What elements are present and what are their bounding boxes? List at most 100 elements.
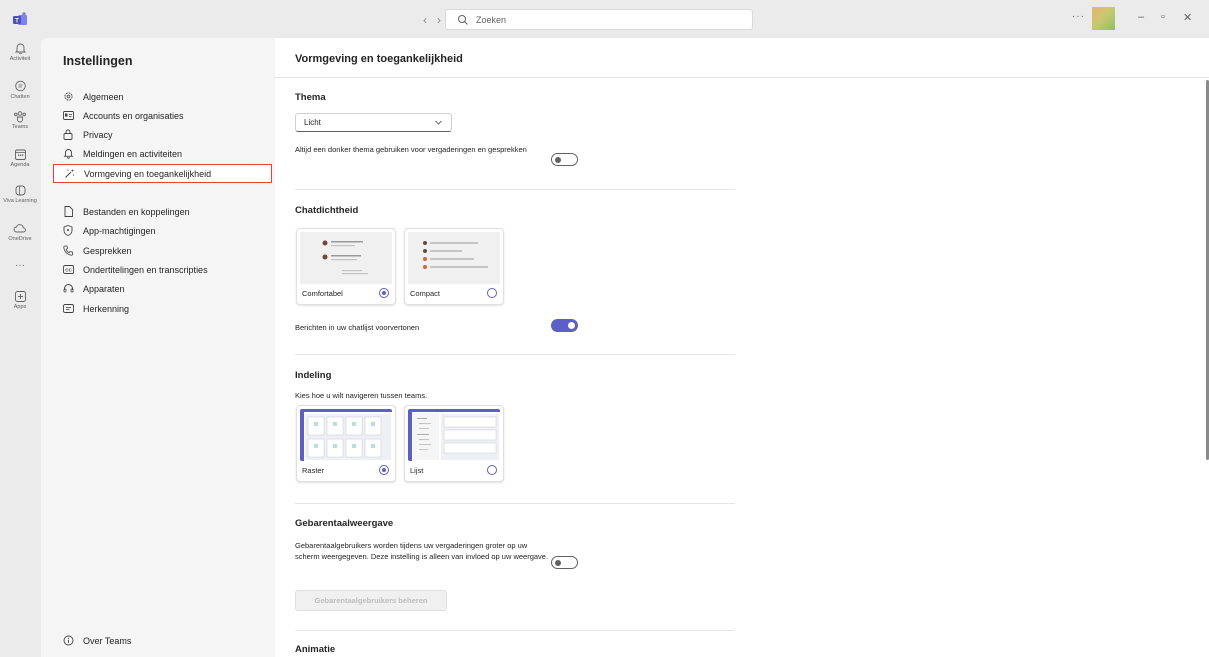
minimize-icon[interactable]: – [1138, 11, 1144, 23]
sidebar-item-over-teams[interactable]: Over Teams [53, 631, 272, 650]
sidebar-item-app-machtigingen[interactable]: App-machtigingen [53, 221, 272, 240]
apps-icon [14, 291, 26, 302]
layout-card-lijst[interactable]: Lijst [404, 405, 504, 482]
headset-icon [63, 284, 73, 293]
comfortable-preview-image [300, 232, 392, 284]
sidebar-item-vormgeving[interactable]: Vormgeving en toegankelijkheid [53, 164, 272, 183]
sign-language-toggle[interactable] [551, 556, 578, 569]
dark-theme-toggle[interactable] [551, 153, 578, 166]
avatar[interactable] [1092, 7, 1115, 30]
bell-icon [14, 43, 26, 55]
id-card-icon [62, 111, 74, 120]
layout-option-label: Raster [302, 466, 325, 475]
bell-icon [63, 149, 73, 159]
density-option-label: Compact [410, 289, 441, 298]
divider [295, 630, 735, 631]
search-icon [458, 15, 468, 25]
sidebar-item-privacy[interactable]: Privacy [53, 125, 272, 144]
divider [295, 354, 735, 355]
sidebar-item-meldingen[interactable]: Meldingen en activiteiten [53, 144, 272, 163]
rail-item-calendar[interactable]: Agenda [0, 148, 40, 168]
density-radio-comfortabel[interactable] [379, 288, 389, 298]
layout-card-raster[interactable]: Raster [296, 405, 396, 482]
density-card-compact[interactable]: Compact [404, 228, 504, 305]
shield-icon [63, 225, 73, 236]
sidebar-item-label: Accounts en organisaties [83, 110, 184, 121]
chat-icon [14, 80, 26, 92]
density-radio-compact[interactable] [487, 288, 497, 298]
list-layout-preview-image [408, 409, 500, 461]
rail-item-teams[interactable]: Teams [0, 110, 40, 130]
rail-label: Agenda [10, 162, 30, 168]
phone-icon [63, 245, 73, 256]
rail-item-apps[interactable]: Apps [0, 290, 40, 310]
info-icon [63, 635, 73, 646]
density-option-label: Comfortabel [302, 289, 343, 298]
magic-wand-icon [64, 168, 74, 178]
main-header: Vormgeving en toegankelijkheid [275, 38, 1209, 78]
layout-radio-raster[interactable] [379, 465, 389, 475]
sign-language-description: Gebarentaalgebruikers worden tijdens uw … [295, 541, 549, 561]
teams-logo-icon: T [13, 12, 27, 25]
chevron-down-icon [435, 120, 442, 125]
divider [295, 503, 735, 504]
sidebar-item-accounts[interactable]: Accounts en organisaties [53, 106, 272, 125]
rail-label: Activiteit [9, 56, 31, 62]
section-title-animatie: Animatie [295, 644, 336, 655]
sidebar-item-algemeen[interactable]: Algemeen [53, 87, 272, 106]
section-title-thema: Thema [295, 92, 326, 103]
sidebar-item-label: Apparaten [83, 283, 125, 294]
main-content: Vormgeving en toegankelijkheid Thema Lic… [275, 38, 1209, 657]
divider [295, 189, 735, 190]
rail-label: Chatten [10, 94, 30, 100]
rail-label: Viva Learning [3, 198, 37, 204]
back-arrow-icon[interactable]: ‹ [423, 13, 437, 27]
lock-icon [63, 129, 73, 140]
preview-messages-label: Berichten in uw chatlijst voorvertonen [295, 323, 420, 332]
rail-item-activity[interactable]: Activiteit [0, 42, 40, 62]
sidebar-item-label: Over Teams [83, 635, 132, 646]
rail-item-viva-learning[interactable]: Viva Learning [0, 184, 40, 204]
sidebar-item-apparaten[interactable]: Apparaten [53, 279, 272, 298]
preview-messages-toggle[interactable] [551, 319, 578, 332]
svg-text:CC: CC [65, 267, 72, 272]
close-icon[interactable]: ✕ [1183, 11, 1192, 24]
sidebar-item-label: Algemeen [83, 91, 124, 102]
restore-icon[interactable]: ▫ [1161, 11, 1165, 23]
grid-layout-preview-image [300, 409, 392, 461]
settings-sidebar: Instellingen Algemeen Accounts en organi… [41, 38, 275, 657]
sidebar-item-ondertitelingen[interactable]: CC Ondertitelingen en transcripties [53, 260, 272, 279]
sidebar-item-label: Vormgeving en toegankelijkheid [84, 168, 212, 179]
theme-select[interactable]: Licht [295, 113, 452, 132]
rail-item-chat[interactable]: Chatten [0, 80, 40, 100]
layout-radio-lijst[interactable] [487, 465, 497, 475]
recognition-icon [62, 304, 74, 313]
cloud-icon [13, 224, 26, 233]
sidebar-item-bestanden[interactable]: Bestanden en koppelingen [53, 202, 272, 221]
rail-item-onedrive[interactable]: OneDrive [0, 222, 40, 242]
sidebar-item-label: Herkenning [83, 303, 130, 314]
density-card-comfortabel[interactable]: Comfortabel [296, 228, 396, 305]
app-rail: Activiteit Chatten Teams Agenda Viva Lea… [0, 38, 40, 657]
section-title-gebarentaal: Gebarentaalweergave [295, 518, 394, 529]
sidebar-item-label: App-machtigingen [83, 225, 156, 236]
sidebar-item-gesprekken[interactable]: Gesprekken [53, 241, 272, 260]
rail-label: OneDrive [8, 236, 32, 242]
more-options-icon[interactable]: ··· [1072, 11, 1085, 22]
sidebar-item-herkenning[interactable]: Herkenning [53, 299, 272, 318]
file-icon [64, 206, 73, 217]
calendar-icon [14, 149, 26, 160]
dark-theme-label: Altijd een donker thema gebruiken voor v… [295, 145, 527, 154]
sidebar-title: Instellingen [63, 54, 133, 68]
more-apps-icon[interactable]: ··· [0, 260, 40, 271]
sidebar-item-label: Gesprekken [83, 245, 132, 256]
theme-select-value: Licht [304, 118, 321, 127]
search-box[interactable]: Zoeken [445, 9, 753, 30]
sidebar-item-label: Bestanden en koppelingen [83, 206, 190, 217]
title-bar: T ‹› Zoeken ··· – ▫ ✕ [0, 0, 1209, 38]
gear-icon [63, 92, 73, 101]
sidebar-item-label: Privacy [83, 129, 113, 140]
rail-label: Apps [13, 304, 27, 310]
section-title-chatdichtheid: Chatdichtheid [295, 205, 359, 216]
manage-sign-language-button[interactable]: Gebarentaalgebruikers beheren [295, 590, 447, 611]
